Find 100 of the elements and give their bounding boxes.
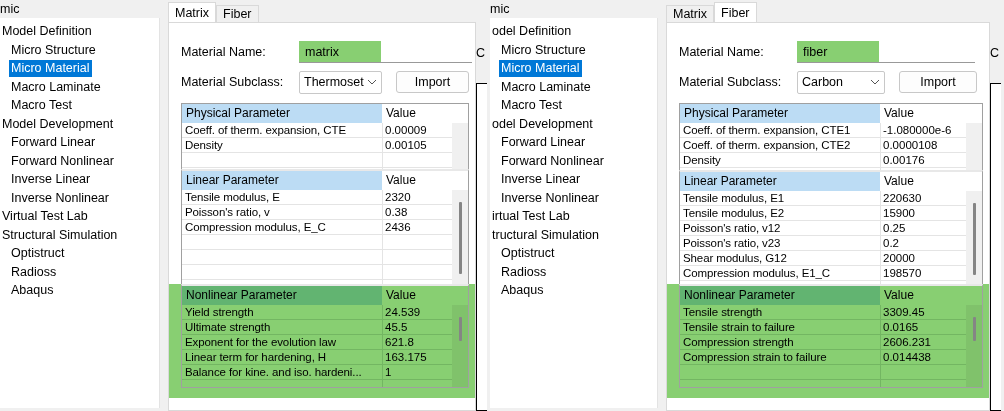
table-cell-text: Coeff. of therm. expansion, CTE xyxy=(184,123,347,138)
tree-item[interactable]: Abaqus xyxy=(9,282,56,299)
tree-item[interactable]: Macro Laminate xyxy=(9,78,103,96)
field-label: Material Name: xyxy=(679,43,765,61)
table-cell-text: 621.8 xyxy=(384,335,415,350)
table-cell-text: Tensile modulus, E xyxy=(184,190,281,205)
tree-item[interactable]: Abaqus xyxy=(499,282,546,299)
column-header[interactable]: Linear Parameter xyxy=(680,172,880,191)
scrollbar-thumb[interactable] xyxy=(972,317,976,341)
label-fragment: C xyxy=(476,45,487,62)
table-cell-text: 0.25 xyxy=(882,221,907,236)
import-button[interactable]: Import xyxy=(899,71,977,93)
tree-item[interactable]: Radioss xyxy=(499,263,549,281)
tree-item[interactable]: Inverse Nonlinear xyxy=(499,189,601,207)
group-title: mic xyxy=(0,3,22,15)
column-header[interactable]: Physical Parameter xyxy=(680,104,880,123)
tree-item[interactable]: tructural Simulation xyxy=(490,226,601,244)
table-cell-text: Balance for kine. and iso. hardeni... xyxy=(184,365,363,380)
tree-item[interactable]: Forward Linear xyxy=(9,134,98,151)
tree-item[interactable]: irtual Test Lab xyxy=(490,208,572,225)
material-name-field[interactable]: fiber xyxy=(797,41,975,63)
subclass-dropdown[interactable]: Thermoset xyxy=(299,70,382,94)
tab[interactable]: Matrix xyxy=(666,5,715,22)
column-header[interactable]: Linear Parameter xyxy=(182,171,382,190)
material-name-field[interactable]: matrix xyxy=(299,41,472,63)
tree-item[interactable]: Inverse Linear xyxy=(9,171,93,188)
caret-icon xyxy=(870,79,880,85)
table-cell-text: Compression strength xyxy=(682,335,795,350)
column-header[interactable]: Nonlinear Parameter xyxy=(182,286,382,305)
table-cell-text: Poisson's ratio, v12 xyxy=(682,221,782,236)
tree-item[interactable]: odel Definition xyxy=(490,23,574,40)
tree-item[interactable]: Inverse Nonlinear xyxy=(9,189,111,207)
tree-item[interactable]: Model Development xyxy=(0,115,116,133)
tree-item[interactable]: Macro Laminate xyxy=(499,78,593,96)
table-cell-text: 20000 xyxy=(882,251,916,266)
table-cell-text: -1.080000e-6 xyxy=(882,123,953,138)
subclass-dropdown[interactable]: Carbon xyxy=(797,70,885,94)
table-cell-text: Density xyxy=(682,153,722,168)
field-label: Material Subclass: xyxy=(181,73,285,91)
scrollbar[interactable] xyxy=(966,123,982,170)
scrollbar[interactable] xyxy=(452,305,468,387)
field-label: Material Subclass: xyxy=(679,73,783,91)
tree-item[interactable]: Micro Structure xyxy=(9,41,98,59)
tree-item[interactable]: odel Development xyxy=(490,115,595,133)
table-cell-text: Density xyxy=(184,138,224,153)
tree-item[interactable]: Structural Simulation xyxy=(0,226,120,244)
column-header[interactable]: Physical Parameter xyxy=(182,104,382,123)
tab[interactable]: Matrix xyxy=(168,2,217,22)
table-cell-text: Tensile modulus, E2 xyxy=(682,206,786,221)
column-header[interactable]: Nonlinear Parameter xyxy=(680,286,880,305)
table-cell-text: Tensile modulus, E1 xyxy=(682,191,786,206)
table-cell-text: Tensile strength xyxy=(682,305,763,320)
scrollbar[interactable] xyxy=(966,191,982,284)
caret-icon xyxy=(366,79,377,85)
table-cell-text: 2320 xyxy=(384,190,412,205)
table-cell-text: 0.38 xyxy=(384,205,409,220)
tree-item[interactable]: Micro Material xyxy=(9,60,92,77)
tab[interactable]: Fiber xyxy=(216,5,259,22)
scrollbar[interactable] xyxy=(452,123,468,169)
tree-item[interactable]: Micro Material xyxy=(499,60,582,77)
table-cell-text: 0.00176 xyxy=(882,153,926,168)
tree-item[interactable]: Virtual Test Lab xyxy=(0,208,90,225)
tree-item[interactable]: Macro Test xyxy=(9,97,74,114)
table-cell-text: 0.00009 xyxy=(384,123,428,138)
table-cell-text: Shear modulus, G12 xyxy=(682,251,788,266)
table-cell-text: 0.0000108 xyxy=(882,138,939,153)
tree-item[interactable]: Macro Test xyxy=(499,97,564,114)
field-label: Material Name: xyxy=(181,43,267,61)
table-cell-text: 3309.45 xyxy=(882,305,926,320)
tree-item[interactable]: Forward Linear xyxy=(499,134,588,151)
table-cell-text: 0.00105 xyxy=(384,138,428,153)
scrollbar-thumb[interactable] xyxy=(458,202,462,274)
tab[interactable]: Fiber xyxy=(714,2,757,22)
table-cell-text: 163.175 xyxy=(384,350,428,365)
tree-item[interactable]: Micro Structure xyxy=(499,41,588,59)
table-cell-text: Poisson's ratio, v xyxy=(184,205,271,220)
tree-item[interactable]: Model Definition xyxy=(0,23,94,40)
tree-item[interactable]: Forward Nonlinear xyxy=(499,152,606,170)
table-cell-text: 24.539 xyxy=(384,305,422,320)
table-cell-text: Coeff. of therm. expansion, CTE2 xyxy=(682,138,852,153)
table-cell-text: 0.0165 xyxy=(882,320,920,335)
tree-item[interactable]: Optistruct xyxy=(9,245,67,262)
table-cell-text: Linear term for hardening, H xyxy=(184,350,328,365)
scrollbar[interactable] xyxy=(452,190,468,284)
tree-item[interactable]: Optistruct xyxy=(499,245,557,262)
tree-item[interactable]: Forward Nonlinear xyxy=(9,152,116,170)
table-cell-text: Coeff. of therm. expansion, CTE1 xyxy=(682,123,852,138)
table-cell-text: Tensile strain to failure xyxy=(682,320,796,335)
table-cell-text: Yield strength xyxy=(184,305,255,320)
table-cell-text: 15900 xyxy=(882,206,916,221)
table-cell-text: 0.014438 xyxy=(882,350,932,365)
import-button[interactable]: Import xyxy=(395,71,469,93)
scrollbar-thumb[interactable] xyxy=(458,317,462,341)
table-cell-text: Compression modulus, E_C xyxy=(184,220,327,235)
tree-item[interactable]: Inverse Linear xyxy=(499,171,583,188)
tree-item[interactable]: Radioss xyxy=(9,263,59,281)
table-cell-text: 2436 xyxy=(384,220,412,235)
scrollbar[interactable] xyxy=(966,305,982,387)
scrollbar-thumb[interactable] xyxy=(972,203,976,275)
table-cell-text: 198570 xyxy=(882,266,923,281)
